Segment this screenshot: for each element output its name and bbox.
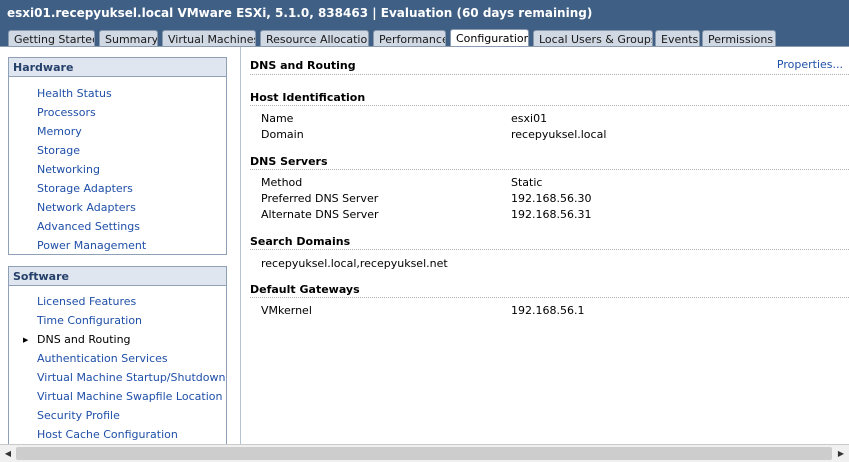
vmkernel-label: VMkernel (261, 304, 312, 317)
nav-security-profile[interactable]: Security Profile (37, 409, 120, 422)
properties-link[interactable]: Properties... (777, 58, 843, 71)
nav-advanced-settings[interactable]: Advanced Settings (37, 220, 140, 233)
nav-licensed-features[interactable]: Licensed Features (37, 295, 136, 308)
tab-configuration[interactable]: Configuration (450, 29, 529, 46)
dns-servers-heading: DNS Servers (250, 155, 849, 170)
software-panel: Software Licensed Features Time Configur… (8, 266, 227, 445)
default-gateways-heading: Default Gateways (250, 283, 849, 298)
window-title: esxi01.recepyuksel.local VMware ESXi, 5.… (0, 0, 849, 29)
nav-storage[interactable]: Storage (37, 144, 80, 157)
config-navigation: Hardware Health Status Processors Memory… (8, 56, 228, 445)
search-domains-value: recepyuksel.local,recepyuksel.net (261, 257, 448, 270)
tab-virtual-machines[interactable]: Virtual Machines (162, 30, 256, 46)
tab-getting-started[interactable]: Getting Started (8, 30, 95, 46)
preferred-dns-value: 192.168.56.30 (511, 192, 592, 205)
tab-summary[interactable]: Summary (99, 30, 158, 46)
search-domains-heading: Search Domains (250, 235, 849, 250)
hardware-panel: Hardware Health Status Processors Memory… (8, 57, 227, 255)
selected-arrow-icon: ▶ (23, 336, 29, 344)
tab-resource-allocation[interactable]: Resource Allocation (260, 30, 369, 46)
dns-routing-panel: DNS and Routing Properties... Host Ident… (250, 47, 849, 445)
nav-health-status[interactable]: Health Status (37, 87, 112, 100)
nav-network-adapters[interactable]: Network Adapters (37, 201, 136, 214)
nav-storage-adapters[interactable]: Storage Adapters (37, 182, 133, 195)
nav-authentication-services[interactable]: Authentication Services (37, 352, 168, 365)
software-header: Software (9, 267, 226, 286)
scroll-right-icon[interactable]: ▶ (834, 447, 848, 460)
nav-vm-swapfile-location[interactable]: Virtual Machine Swapfile Location (37, 390, 222, 403)
method-label: Method (261, 176, 303, 189)
tab-permissions[interactable]: Permissions (702, 30, 776, 46)
nav-host-cache-configuration[interactable]: Host Cache Configuration (37, 428, 178, 441)
nav-power-management[interactable]: Power Management (37, 239, 146, 252)
nav-vm-startup-shutdown[interactable]: Virtual Machine Startup/Shutdown (37, 371, 225, 384)
nav-time-configuration[interactable]: Time Configuration (37, 314, 142, 327)
scrollbar-thumb[interactable] (16, 447, 832, 460)
nav-dns-and-routing[interactable]: DNS and Routing (37, 333, 131, 346)
scroll-left-icon[interactable]: ◀ (1, 447, 15, 460)
alternate-dns-label: Alternate DNS Server (261, 208, 379, 221)
horizontal-scrollbar[interactable]: ◀ ▶ (0, 444, 849, 462)
nav-networking[interactable]: Networking (37, 163, 100, 176)
preferred-dns-label: Preferred DNS Server (261, 192, 379, 205)
domain-label: Domain (261, 128, 304, 141)
tab-local-users-groups[interactable]: Local Users & Groups (533, 30, 653, 46)
configuration-content: Hardware Health Status Processors Memory… (0, 46, 849, 445)
nav-memory[interactable]: Memory (37, 125, 82, 138)
method-value: Static (511, 176, 543, 189)
alternate-dns-value: 192.168.56.31 (511, 208, 592, 221)
hardware-header: Hardware (9, 58, 226, 77)
domain-value: recepyuksel.local (511, 128, 607, 141)
host-identification-heading: Host Identification (250, 91, 849, 106)
tab-performance[interactable]: Performance (373, 30, 446, 46)
name-value: esxi01 (511, 112, 548, 125)
tab-events[interactable]: Events (655, 30, 700, 46)
tab-bar: Getting Started Summary Virtual Machines… (0, 29, 849, 46)
vmkernel-gateway-value: 192.168.56.1 (511, 304, 585, 317)
title-separator (250, 74, 849, 75)
nav-processors[interactable]: Processors (37, 106, 96, 119)
name-label: Name (261, 112, 294, 125)
pane-divider[interactable] (240, 47, 241, 445)
page-title: DNS and Routing (250, 59, 356, 72)
